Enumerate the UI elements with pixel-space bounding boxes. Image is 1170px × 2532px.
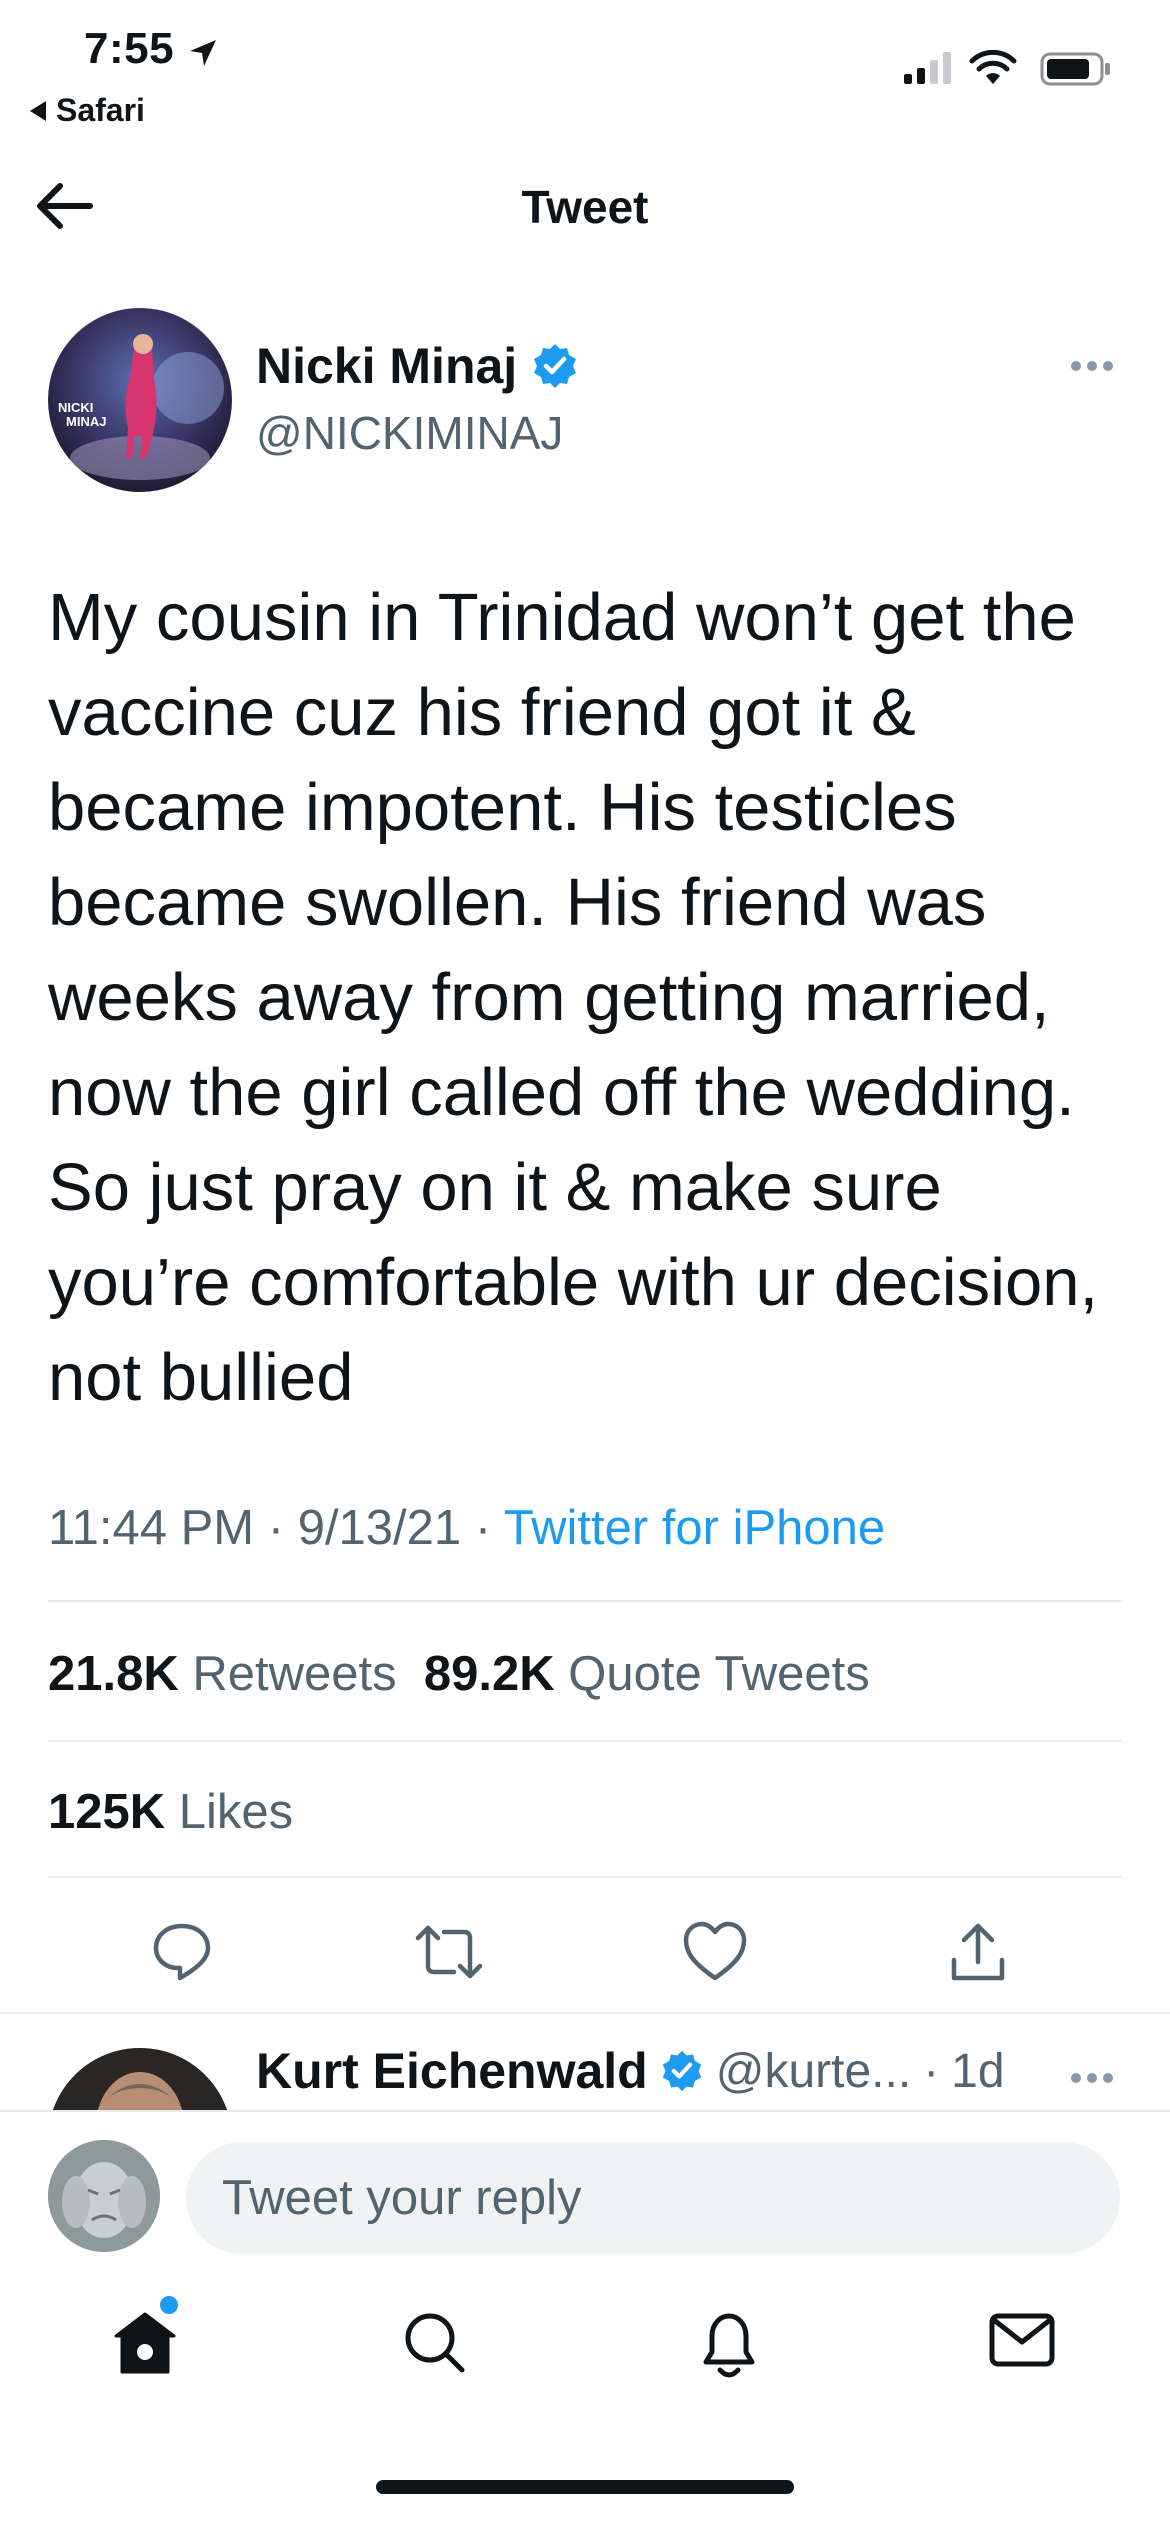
retweet-stats: 21.8K Retweets 89.2K Quote Tweets: [48, 1646, 870, 1702]
notifications-icon[interactable]: [696, 2310, 762, 2380]
like-icon[interactable]: [682, 1920, 748, 1984]
divider: [48, 1876, 1122, 1878]
author-name-text: Nicki Minaj: [256, 338, 518, 394]
meta-separator: ·: [267, 1501, 285, 1555]
retweet-icon[interactable]: [414, 1920, 484, 1984]
quotes-count: 89.2K: [423, 1647, 555, 1701]
reply-input[interactable]: [186, 2142, 1120, 2254]
my-avatar[interactable]: [48, 2140, 160, 2252]
cellular-signal-icon: [904, 52, 951, 84]
likes-stat[interactable]: 125K Likes: [48, 1784, 293, 1840]
divider: [48, 1600, 1122, 1602]
location-arrow-icon: [190, 40, 216, 66]
wifi-icon: [969, 50, 1017, 84]
verified-badge-icon: [662, 2050, 701, 2092]
reply-age: 1d: [951, 2044, 1005, 2098]
quotes-label: Quote Tweets: [568, 1647, 870, 1701]
my-avatar-image: [48, 2140, 160, 2252]
share-icon[interactable]: [948, 1920, 1008, 1984]
back-to-safari-link[interactable]: Safari: [30, 92, 145, 129]
tweet-timestamp: 11:44 PM · 9/13/21 · Twitter for iPhone: [48, 1500, 885, 1556]
meta-separator: ·: [474, 1501, 492, 1555]
more-options-icon[interactable]: [1070, 2072, 1114, 2084]
home-indicator[interactable]: [376, 2480, 794, 2494]
back-triangle-icon: [30, 100, 46, 121]
likes-label: Likes: [178, 1785, 294, 1839]
tweet-source-link[interactable]: Twitter for iPhone: [504, 1501, 885, 1555]
tweet-date: 9/13/21: [297, 1501, 462, 1555]
reply-header[interactable]: Kurt Eichenwald @kurte... · 1d: [256, 2042, 1005, 2100]
author-name[interactable]: Nicki Minaj: [256, 337, 579, 395]
battery-icon: [1040, 52, 1110, 86]
retweets-label: Retweets: [192, 1647, 397, 1701]
retweets-count: 21.8K: [48, 1647, 179, 1701]
divider: [48, 1740, 1122, 1742]
search-icon[interactable]: [402, 2310, 468, 2376]
avatar-image: NICKI MINAJ: [48, 308, 232, 492]
home-notification-dot: [160, 2296, 178, 2314]
back-arrow-icon[interactable]: [34, 180, 94, 232]
author-handle[interactable]: @NICKIMINAJ: [256, 406, 563, 460]
verified-badge-icon: [534, 344, 577, 388]
reply-author-name: Kurt Eichenwald: [256, 2043, 648, 2099]
more-options-icon[interactable]: [1070, 360, 1114, 372]
svg-text:NICKI: NICKI: [58, 400, 93, 415]
reply-author-handle: @kurte...: [715, 2044, 912, 2098]
home-icon[interactable]: [112, 2310, 178, 2376]
reply-icon[interactable]: [150, 1920, 214, 1984]
back-app-label: Safari: [56, 92, 145, 128]
tweet-time: 11:44 PM: [48, 1501, 255, 1555]
divider: [0, 2012, 1170, 2014]
quote-tweets-stat[interactable]: 89.2K Quote Tweets: [424, 1647, 870, 1701]
reply-separator: ·: [923, 2044, 940, 2098]
page-title: Tweet: [521, 181, 649, 233]
author-avatar[interactable]: NICKI MINAJ: [48, 308, 232, 492]
status-time: 7:55: [84, 24, 175, 73]
messages-icon[interactable]: [988, 2310, 1056, 2370]
svg-text:MINAJ: MINAJ: [66, 414, 106, 429]
tweet-text: My cousin in Trinidad won’t get the vacc…: [48, 580, 1099, 1415]
retweets-stat[interactable]: 21.8K Retweets: [48, 1647, 397, 1701]
likes-count: 125K: [48, 1785, 166, 1839]
